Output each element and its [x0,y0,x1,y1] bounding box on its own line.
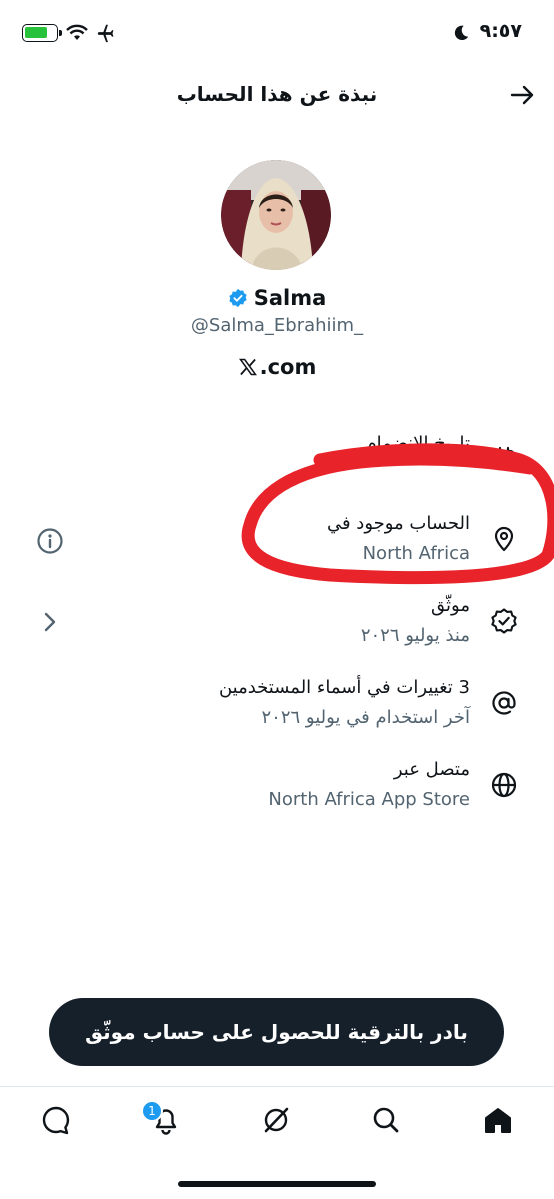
info-item-title: متصل عبر [393,759,470,780]
home-indicator [178,1181,376,1187]
back-arrow-icon[interactable] [508,81,536,109]
home-icon[interactable] [478,1100,518,1140]
wifi-icon [66,24,88,40]
profile-name-row: Salma [150,286,404,310]
info-item-location: الحساب موجود في North Africa [0,513,554,593]
info-icon[interactable] [36,527,64,555]
info-item-subtitle: North Africa [362,543,470,564]
info-item-joined: تاريخ الانضمام [0,433,554,513]
battery-icon [22,24,62,42]
moon-icon [454,25,469,41]
info-item-connected-via: متصل عبر North Africa App Store [0,759,554,839]
grok-icon[interactable] [256,1100,296,1140]
info-item-subtitle: North Africa App Store [268,789,470,810]
website-text: .com [259,355,317,379]
chevron-right-icon[interactable] [38,608,62,636]
info-item-subtitle: آخر استخدام في يوليو ٢٠٢٦ [261,707,470,728]
verified-badge-icon [491,608,517,634]
verified-badge-icon [229,288,247,308]
avatar[interactable] [221,160,331,270]
info-item-title: موثّق [431,595,470,616]
search-icon[interactable] [366,1100,406,1140]
notification-badge: 1 [141,1100,163,1122]
calendar-icon [492,446,516,471]
profile-website[interactable]: .com [150,355,404,379]
info-item-title: 3 تغييرات في أسماء المستخدمين [218,677,470,698]
upgrade-verified-button[interactable]: بادر بالترقية للحصول على حساب موثّق [49,998,504,1066]
at-sign-icon [492,691,516,715]
info-item-verified: موثّق منذ يوليو ٢٠٢٦ [0,595,554,675]
nav-divider [0,1086,554,1087]
globe-icon [491,772,517,798]
x-logo-icon [238,358,257,376]
info-item-username-changes: 3 تغييرات في أسماء المستخدمين آخر استخدا… [0,677,554,757]
airplane-mode-icon [97,24,114,43]
chat-icon[interactable] [36,1100,76,1140]
profile-handle: @Salma_Ebrahiim_ [190,315,364,336]
info-item-title: الحساب موجود في [326,513,470,534]
profile-name: Salma [253,286,327,310]
info-item-title: تاريخ الانضمام [365,433,470,454]
page-title: نبذة عن هذا الحساب [176,82,378,106]
location-pin-icon [494,526,514,552]
info-item-subtitle: منذ يوليو ٢٠٢٦ [360,625,470,646]
